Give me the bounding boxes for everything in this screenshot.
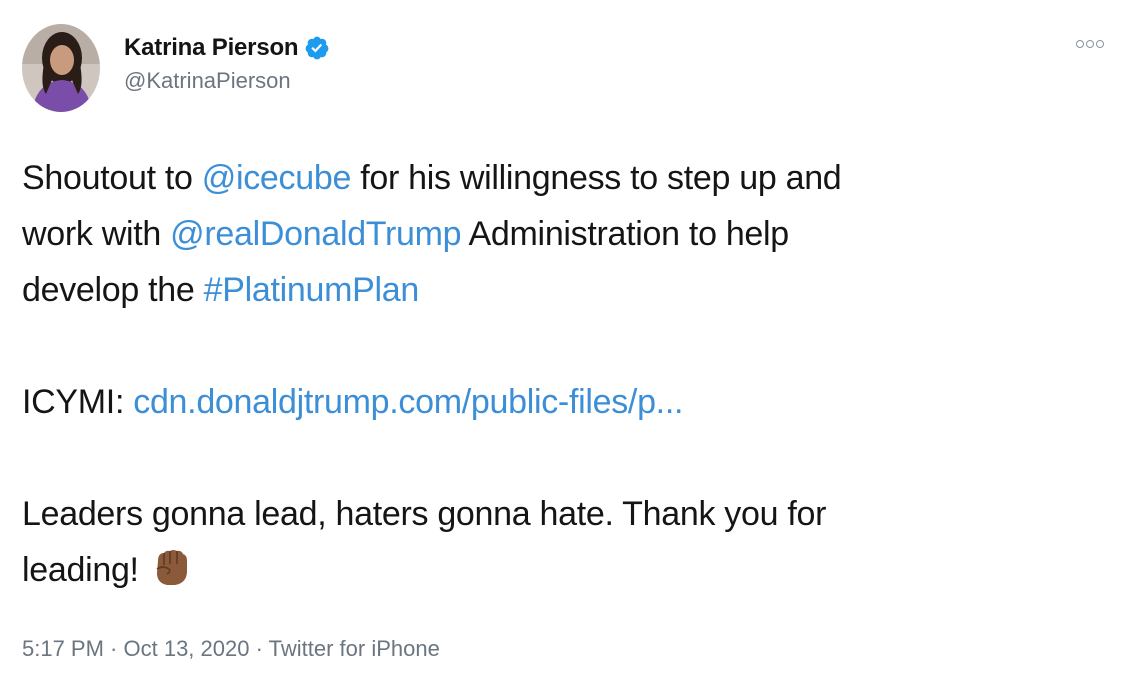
author-handle[interactable]: @KatrinaPierson (124, 68, 330, 94)
text-segment: leading! (22, 551, 139, 589)
avatar[interactable] (22, 24, 100, 112)
avatar-image (22, 24, 100, 112)
text-segment: Shoutout to (22, 159, 202, 197)
text-segment: Leaders gonna lead, haters gonna hate. T… (22, 495, 827, 533)
tweet-text: Shoutout to @icecube for his willingness… (22, 150, 1102, 598)
mention-link[interactable]: @icecube (202, 159, 352, 197)
tweet-paragraph-2: ICYMI: cdn.donaldjtrump.com/public-files… (22, 374, 1102, 430)
hashtag-link[interactable]: #PlatinumPlan (204, 271, 420, 309)
tweet-header: Katrina Pierson @KatrinaPierson (22, 24, 330, 112)
meta-separator: · (249, 636, 269, 661)
url-link[interactable]: cdn.donaldjtrump.com/public-files/p... (133, 383, 683, 421)
author-info: Katrina Pierson @KatrinaPierson (124, 34, 330, 94)
more-dot (1096, 40, 1104, 48)
name-row: Katrina Pierson (124, 34, 330, 62)
text-segment: work with (22, 215, 171, 253)
text-segment: for his willingness to step up and (351, 159, 842, 197)
tweet-card: Katrina Pierson @KatrinaPierson Shoutout… (0, 0, 1128, 688)
text-segment: Administration to help (461, 215, 790, 253)
meta-separator: · (103, 636, 124, 661)
tweet-paragraph-3: Leaders gonna lead, haters gonna hate. T… (22, 486, 1102, 598)
icymi-label: ICYMI: (22, 383, 134, 421)
display-name[interactable]: Katrina Pierson (124, 34, 299, 62)
tweet-date[interactable]: Oct 13, 2020 (124, 636, 250, 661)
raised-fist-emoji-icon (156, 550, 187, 585)
more-dot (1076, 40, 1084, 48)
tweet-source[interactable]: Twitter for iPhone (269, 636, 440, 661)
tweet-paragraph-1: Shoutout to @icecube for his willingness… (22, 150, 1102, 318)
text-segment: develop the (22, 271, 204, 309)
verified-badge-icon (306, 36, 329, 60)
more-dot (1086, 40, 1094, 48)
mention-link[interactable]: @realDonaldTrump (170, 215, 461, 253)
more-options-icon[interactable] (1076, 40, 1104, 48)
tweet-meta: 5:17 PM · Oct 13, 2020 · Twitter for iPh… (22, 636, 440, 662)
tweet-time[interactable]: 5:17 PM (22, 636, 104, 661)
